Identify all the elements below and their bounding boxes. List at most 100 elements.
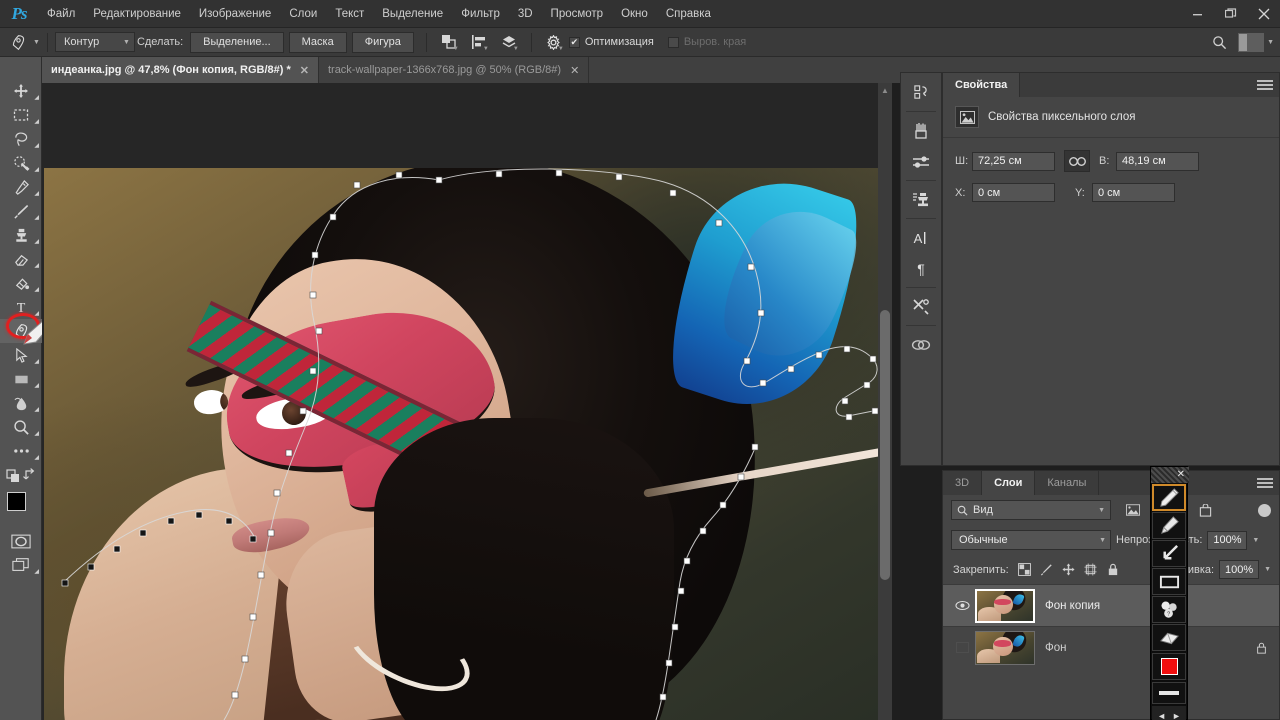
screen-mode-icon[interactable]: ◢ [0, 553, 42, 577]
character-icon[interactable]: A [902, 222, 940, 253]
eraser-tool[interactable]: ◢ [0, 247, 42, 271]
more-tools-button[interactable]: ◢ [0, 439, 42, 463]
x-field[interactable]: 0 см [972, 183, 1055, 202]
tool-presets-icon[interactable] [902, 291, 940, 322]
path-arrangement-icon[interactable]: ▼ [496, 31, 522, 53]
menu-edit[interactable]: Редактирование [84, 0, 190, 28]
document-tab-indeanka[interactable]: индеанка.jpg @ 47,8% (Фон копия, RGB/8#)… [42, 57, 319, 83]
zoom-tool[interactable]: ◢ [0, 415, 42, 439]
menu-filter[interactable]: Фильтр [452, 0, 509, 28]
line-width-icon[interactable] [1152, 682, 1186, 704]
width-field[interactable]: 72,25 см [972, 151, 1055, 171]
rectangle-tool[interactable]: ◢ [0, 367, 42, 391]
shape-filter-icon[interactable] [1193, 500, 1217, 520]
history-icon[interactable] [902, 77, 940, 108]
scroll-up-icon[interactable]: ▲ [878, 83, 892, 97]
lock-artboard-icon[interactable] [1080, 561, 1102, 579]
restore-button[interactable] [1214, 0, 1247, 28]
close-icon[interactable]: ✕ [300, 64, 309, 77]
menu-3d[interactable]: 3D [509, 0, 542, 28]
make-shape-button[interactable]: Фигура [351, 31, 414, 53]
make-mask-button[interactable]: Маска [288, 31, 347, 53]
pixel-filter-icon[interactable] [1121, 500, 1145, 520]
rectangle-annotation-tool[interactable] [1152, 568, 1186, 595]
type-tool[interactable]: T ◢ [0, 295, 42, 319]
close-icon[interactable]: ✕ [570, 64, 579, 77]
path-selection-tool[interactable]: ◢ [0, 343, 42, 367]
scrollbar-thumb[interactable] [880, 310, 890, 580]
layer-filter-select[interactable]: Вид ▼ [951, 500, 1111, 520]
marker-annotation-tool[interactable] [1152, 512, 1186, 539]
document-image[interactable] [44, 168, 879, 720]
eyedropper-tool[interactable]: ◢ [0, 175, 42, 199]
pen-tool[interactable]: ◢ [0, 319, 42, 343]
blend-mode-select[interactable]: Обычные ▼ [951, 530, 1111, 550]
clone-stamp-tool[interactable]: ◢ [0, 223, 42, 247]
tool-preset-chevron-icon[interactable]: ▼ [33, 39, 40, 46]
path-mode-select[interactable]: Контур ▼ [54, 32, 135, 52]
brushes-icon[interactable] [902, 115, 940, 146]
annotation-color-swatch[interactable] [1152, 653, 1186, 680]
pencil-annotation-tool[interactable] [1152, 484, 1186, 511]
document-tab-track-wallpaper[interactable]: track-wallpaper-1366x768.jpg @ 50% (RGB/… [318, 57, 590, 83]
tab-3d[interactable]: 3D [943, 471, 983, 495]
opacity-field[interactable]: 100% [1207, 530, 1248, 550]
menu-help[interactable]: Справка [657, 0, 720, 28]
search-icon[interactable] [1206, 31, 1232, 53]
menu-image[interactable]: Изображение [190, 0, 280, 28]
workspace-switcher-icon[interactable] [1238, 32, 1265, 52]
tab-properties[interactable]: Свойства [943, 73, 1021, 97]
menu-layers[interactable]: Слои [280, 0, 326, 28]
make-selection-button[interactable]: Выделение... [190, 31, 284, 53]
spotlight-annotation-tool[interactable]: ? [1152, 596, 1186, 623]
chevron-down-icon[interactable]: ▼ [1264, 566, 1271, 573]
paragraph-icon[interactable]: ¶ [902, 253, 940, 284]
height-field[interactable]: 48,19 см [1116, 151, 1199, 171]
foreground-color-swatch[interactable] [7, 492, 26, 511]
y-field[interactable]: 0 см [1092, 183, 1175, 202]
panel-menu-icon[interactable] [1257, 78, 1273, 92]
canvas-vertical-scrollbar[interactable]: ▲ [878, 83, 892, 720]
chevron-down-icon[interactable]: ▼ [1267, 39, 1274, 46]
lock-image-icon[interactable] [1036, 561, 1058, 579]
layer-visibility-toggle[interactable] [949, 642, 975, 653]
styles-icon[interactable] [902, 184, 940, 215]
close-icon[interactable]: ✕ [1177, 470, 1185, 480]
layer-visibility-toggle[interactable] [949, 600, 975, 611]
minimize-button[interactable] [1181, 0, 1214, 28]
menu-window[interactable]: Окно [612, 0, 657, 28]
chain-link-icon[interactable] [1064, 150, 1090, 172]
optimize-checkbox[interactable]: Оптимизация [568, 36, 654, 48]
lock-all-icon[interactable] [1102, 561, 1124, 579]
gradient-tool[interactable]: ◢ [0, 271, 42, 295]
gear-icon[interactable]: ▼ [541, 31, 567, 53]
close-button[interactable] [1247, 0, 1280, 28]
layer-row-background[interactable]: Фон [943, 626, 1279, 668]
annotation-move-handle[interactable]: ◄ ► [1152, 706, 1186, 720]
arrow-annotation-tool[interactable] [1152, 540, 1186, 567]
marquee-tool[interactable]: ◢ [0, 103, 42, 127]
lock-position-icon[interactable] [1058, 561, 1080, 579]
quick-mask-icon[interactable] [0, 529, 42, 553]
blur-tool[interactable]: ◢ [0, 391, 42, 415]
menu-text[interactable]: Текст [326, 0, 373, 28]
layer-filter-toggle[interactable] [1258, 503, 1271, 517]
annotation-toolbar[interactable]: ✕ ? ◄ ► [1150, 466, 1189, 720]
canvas-area[interactable]: ▲ [42, 83, 892, 720]
adjustments-icon[interactable] [902, 146, 940, 177]
menu-file[interactable]: Файл [38, 0, 84, 28]
fill-field[interactable]: 100% [1219, 560, 1260, 579]
eraser-annotation-tool[interactable] [1152, 624, 1186, 651]
lock-transparent-icon[interactable] [1014, 561, 1036, 579]
libraries-icon[interactable] [902, 329, 940, 360]
chevron-down-icon[interactable]: ▼ [1252, 537, 1259, 544]
menu-view[interactable]: Просмотр [542, 0, 613, 28]
path-alignment-icon[interactable]: ▼ [466, 31, 492, 53]
menu-select[interactable]: Выделение [373, 0, 452, 28]
path-operations-icon[interactable]: ▼ [436, 31, 462, 53]
lasso-tool[interactable]: ◢ [0, 127, 42, 151]
move-tool[interactable]: ◢ [0, 79, 42, 103]
panel-menu-icon[interactable] [1257, 476, 1273, 490]
quick-selection-tool[interactable]: ◢ [0, 151, 42, 175]
swap-colors-icon[interactable] [0, 463, 42, 487]
